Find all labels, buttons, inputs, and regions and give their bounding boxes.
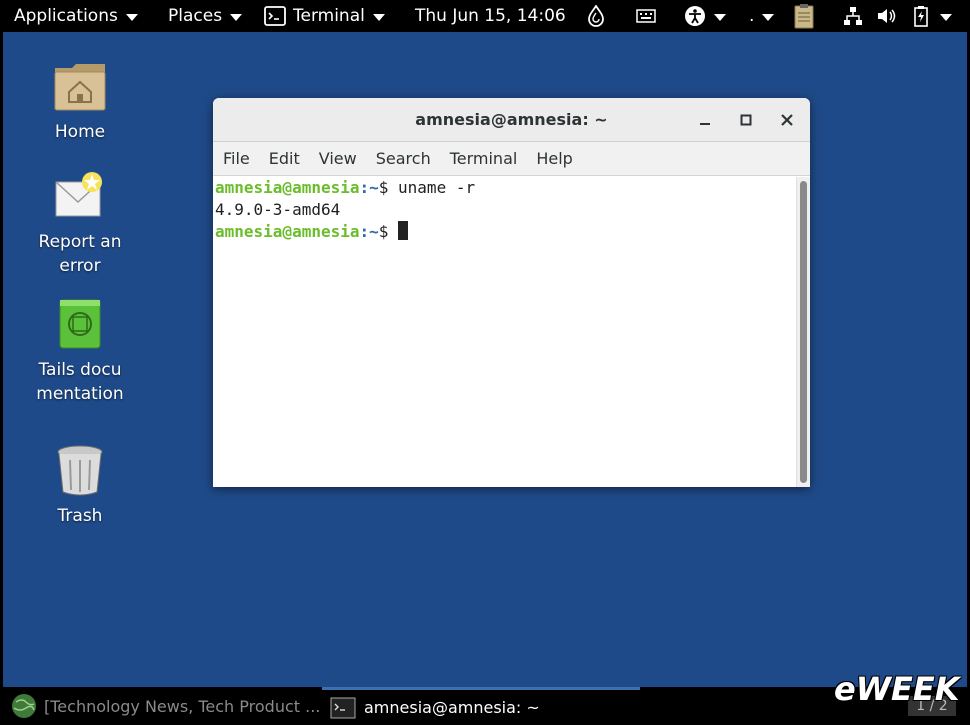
menu-file[interactable]: File bbox=[223, 149, 250, 168]
places-label: Places bbox=[168, 6, 223, 26]
network-icon[interactable] bbox=[843, 0, 863, 32]
command-text: $ uname -r bbox=[378, 178, 476, 197]
menu-view[interactable]: View bbox=[319, 149, 357, 168]
desktop-icon-tails-documentation[interactable]: Tails documentation bbox=[20, 296, 140, 406]
desktop-icon-label: Report an error bbox=[38, 232, 122, 276]
desktop-icon-report-error[interactable]: Report an error bbox=[20, 168, 140, 278]
window-titlebar[interactable]: amnesia@amnesia: ~ bbox=[213, 98, 810, 142]
maximize-button[interactable] bbox=[732, 106, 760, 134]
keyboard-layout-label: . bbox=[749, 6, 755, 26]
places-menu[interactable]: Places bbox=[168, 0, 243, 32]
desktop-icon-trash[interactable]: Trash bbox=[20, 442, 140, 528]
chevron-down-icon bbox=[762, 13, 775, 21]
window-title: amnesia@amnesia: ~ bbox=[415, 110, 608, 129]
terminal-line: amnesia@amnesia:~$ uname -r bbox=[215, 177, 796, 199]
volume-icon[interactable] bbox=[877, 0, 897, 32]
prompt-user: amnesia@amnesia bbox=[215, 222, 360, 241]
command-text: $ bbox=[378, 222, 399, 241]
app-menu-terminal[interactable]: Terminal bbox=[264, 0, 385, 32]
desktop-icon-label: Trash bbox=[57, 506, 103, 526]
chevron-down-icon bbox=[230, 13, 243, 21]
task-terminal[interactable]: amnesia@amnesia: ~ bbox=[322, 687, 640, 725]
battery-icon[interactable] bbox=[913, 0, 929, 32]
desktop-icon-home[interactable]: Home bbox=[20, 58, 140, 144]
menu-terminal[interactable]: Terminal bbox=[450, 149, 518, 168]
keyboard-layout-menu[interactable]: . bbox=[749, 0, 775, 32]
applications-label: Applications bbox=[14, 6, 118, 26]
chevron-down-icon bbox=[940, 13, 952, 21]
menu-help[interactable]: Help bbox=[536, 149, 572, 168]
prompt-path: :~ bbox=[359, 178, 379, 197]
scrollbar-thumb[interactable] bbox=[800, 181, 807, 483]
desktop-icon-label: Home bbox=[54, 122, 106, 142]
prompt-path: :~ bbox=[359, 222, 379, 241]
eweek-watermark: eWEEK bbox=[834, 670, 960, 708]
top-panel: Applications Places Terminal Thu Jun 15,… bbox=[0, 0, 970, 32]
browser-globe-icon bbox=[12, 694, 36, 718]
desktop-icon-label: Tails documentation bbox=[36, 360, 124, 404]
taskbar: [Technology News, Tech Product ... amnes… bbox=[0, 670, 970, 725]
chevron-down-icon bbox=[714, 13, 726, 21]
chevron-down-icon bbox=[372, 13, 385, 21]
text-cursor bbox=[398, 221, 409, 240]
command-output: 4.9.0-3-amd64 bbox=[215, 200, 341, 219]
maximize-icon bbox=[740, 114, 752, 126]
terminal-line: amnesia@amnesia:~$ bbox=[215, 221, 796, 243]
task-browser[interactable]: [Technology News, Tech Product ... bbox=[10, 687, 320, 725]
tails-documentation-icon bbox=[52, 296, 108, 352]
menubar: File Edit View Search Terminal Help bbox=[213, 142, 810, 176]
prompt-user: amnesia@amnesia bbox=[215, 178, 360, 197]
terminal-window[interactable]: amnesia@amnesia: ~ File Edit View Search… bbox=[213, 98, 810, 487]
app-menu-label: Terminal bbox=[293, 6, 365, 26]
clock[interactable]: Thu Jun 15, 14:06 bbox=[415, 0, 566, 32]
terminal-output[interactable]: amnesia@amnesia:~$ uname -r 4.9.0-3-amd6… bbox=[213, 177, 796, 487]
clipboard-icon[interactable] bbox=[793, 0, 815, 32]
terminal-line: 4.9.0-3-amd64 bbox=[215, 199, 796, 221]
clock-label: Thu Jun 15, 14:06 bbox=[415, 6, 566, 26]
close-icon bbox=[781, 114, 793, 126]
terminal-icon bbox=[264, 6, 286, 26]
chevron-down-icon bbox=[125, 13, 138, 21]
applications-menu[interactable]: Applications bbox=[14, 0, 138, 32]
scrollbar[interactable] bbox=[796, 177, 810, 487]
terminal-icon bbox=[330, 697, 356, 718]
menu-search[interactable]: Search bbox=[376, 149, 431, 168]
accessibility-menu[interactable] bbox=[684, 0, 726, 32]
minimize-button[interactable] bbox=[691, 106, 719, 134]
system-menu[interactable] bbox=[940, 0, 952, 32]
accessibility-icon bbox=[685, 6, 705, 26]
minimize-icon bbox=[700, 123, 710, 125]
report-error-icon bbox=[52, 168, 108, 224]
close-button[interactable] bbox=[773, 106, 801, 134]
virtual-keyboard-icon[interactable] bbox=[636, 0, 656, 32]
trash-icon bbox=[52, 442, 108, 498]
home-folder-icon bbox=[52, 58, 108, 114]
tor-status-icon[interactable] bbox=[587, 0, 605, 32]
task-terminal-label: amnesia@amnesia: ~ bbox=[364, 698, 540, 717]
task-browser-label: [Technology News, Tech Product ... bbox=[44, 696, 321, 716]
menu-edit[interactable]: Edit bbox=[269, 149, 300, 168]
